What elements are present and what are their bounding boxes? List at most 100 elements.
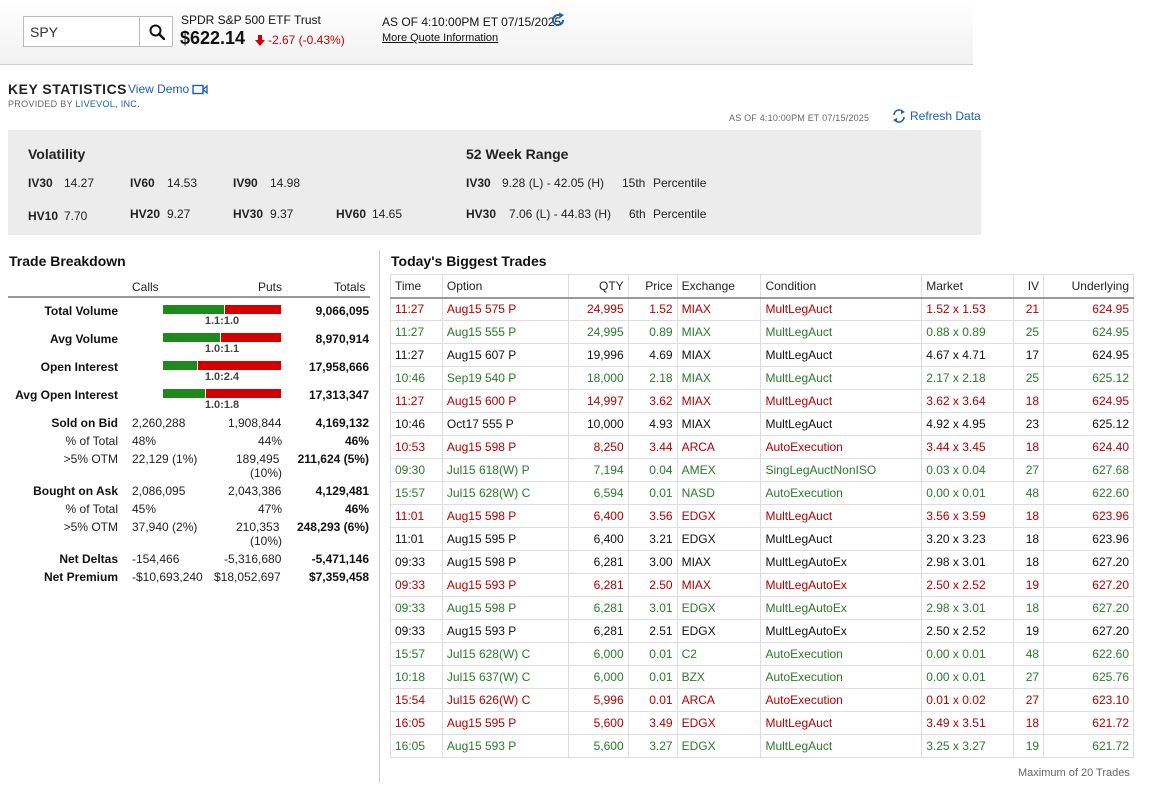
sold-otm-puts-pct: (10%) [250, 466, 283, 480]
symbol-input[interactable] [24, 17, 140, 46]
refresh-quote-button[interactable] [550, 12, 566, 31]
cell-exchange: EDGX [676, 527, 762, 551]
table-row: 15:54 Jul15 626(W) C 5,996 0.01 ARCA AutoExec… [390, 688, 1134, 712]
iv90-label: IV90 [233, 176, 258, 190]
cell-iv: 18 [1013, 435, 1045, 459]
cell-price: 0.01 [627, 481, 678, 505]
cell-qty: 6,594 [567, 481, 629, 505]
cell-market: 2.98 x 3.01 [921, 596, 1015, 620]
cell-underlying: 624.95 [1043, 297, 1134, 321]
cell-underlying: 625.12 [1043, 412, 1134, 436]
net-deltas-label: Net Deltas [59, 552, 118, 566]
table-row: 10:46 Oct17 555 P 10,000 4.93 MIAX MultLegAuc… [390, 412, 1134, 436]
cell-qty: 19,996 [567, 343, 629, 367]
cell-underlying: 623.10 [1043, 688, 1134, 712]
cell-time: 11:27 [390, 343, 443, 367]
cell-market: 3.56 x 3.59 [921, 504, 1015, 528]
cell-underlying: 627.68 [1043, 458, 1134, 482]
cell-underlying: 622.60 [1043, 642, 1134, 666]
cell-qty: 18,000 [567, 366, 629, 390]
hv20-value: 9.27 [167, 207, 191, 221]
bought-on-ask-puts: 2,043,386 [228, 484, 282, 498]
bar-row-total: 17,958,666 [308, 360, 369, 374]
cell-price: 0.01 [627, 665, 678, 689]
refresh-arrows-icon [893, 109, 905, 123]
refresh-data-button[interactable]: Refresh Data [892, 109, 981, 123]
iv60-value: 14.53 [167, 176, 198, 190]
provider-credit: PROVIDED BY LIVEVOL, INC. [8, 99, 140, 109]
cell-time: 09:33 [390, 619, 443, 643]
sold-on-bid-calls: 2,260,288 [132, 416, 186, 430]
52-week-range-heading: 52 Week Range [466, 146, 569, 162]
column-header-option[interactable]: Option [441, 274, 569, 299]
cell-price: 1.52 [627, 297, 678, 321]
cell-iv: 27 [1013, 665, 1045, 689]
cell-market: 1.52 x 1.53 [921, 297, 1015, 321]
cell-qty: 5,996 [567, 688, 629, 712]
price-change: -2.67 (-0.43%) [255, 33, 345, 47]
cell-exchange: ARCA [676, 688, 762, 712]
column-header-qty[interactable]: QTY [567, 274, 629, 299]
cell-time: 09:30 [390, 458, 443, 482]
stats-panel: Volatility IV30 14.27 IV60 14.53 IV90 14… [8, 130, 981, 235]
cell-iv: 19 [1013, 573, 1045, 597]
refresh-data-label: Refresh Data [910, 109, 981, 123]
column-header-market[interactable]: Market [921, 274, 1015, 299]
range-iv30-label: IV30 [466, 176, 491, 190]
column-header-underlying[interactable]: Underlying [1043, 274, 1134, 299]
view-demo-link[interactable]: View Demo [128, 82, 208, 96]
cell-iv: 21 [1013, 297, 1045, 321]
cell-time: 11:27 [390, 389, 443, 413]
down-arrow-icon [255, 34, 265, 46]
cell-iv: 48 [1013, 481, 1045, 505]
cell-option: Aug15 595 P [441, 527, 569, 551]
provider-link[interactable]: LIVEVOL, INC. [75, 99, 139, 109]
bought-on-ask-total: 4,129,481 [315, 484, 369, 498]
last-price: $622.14 [180, 28, 246, 48]
percentile-label: Percentile [653, 176, 707, 190]
pct-of-total-label: % of Total [65, 502, 118, 516]
table-row: 10:53 Aug15 598 P 8,250 3.44 ARCA AutoExecuti… [390, 435, 1134, 459]
cell-market: 3.62 x 3.64 [921, 389, 1015, 413]
cell-iv: 19 [1013, 734, 1045, 758]
cell-time: 15:57 [390, 642, 443, 666]
cell-price: 3.27 [627, 734, 678, 758]
bought-otm-calls: 37,940 (2%) [132, 520, 198, 534]
cell-option: Jul15 626(W) C [441, 688, 569, 712]
table-row: 15:57 Jul15 628(W) C 6,594 0.01 NASD AutoExec… [390, 481, 1134, 505]
sold-pct-total: 46% [344, 434, 369, 448]
sold-otm-calls: 22,129 (1%) [132, 452, 198, 466]
cell-option: Aug15 593 P [441, 734, 569, 758]
column-header-iv[interactable]: IV [1013, 274, 1045, 299]
table-header-row: Time Option QTY Price Exchange Condition… [390, 274, 1134, 299]
column-header-price[interactable]: Price [627, 274, 678, 299]
cell-option: Aug15 555 P [441, 320, 569, 344]
cell-condition: AutoExecution [760, 688, 923, 712]
cell-condition: MultLegAutoEx [760, 596, 923, 620]
cell-option: Oct17 555 P [441, 412, 569, 436]
cell-price: 0.04 [627, 458, 678, 482]
oi-ratio-bar [163, 389, 281, 398]
volume-ratio-bar [163, 305, 281, 314]
sold-on-bid-puts: 1,908,844 [228, 416, 282, 430]
cell-price: 2.51 [627, 619, 678, 643]
cell-time: 16:05 [390, 734, 443, 758]
cell-condition: MultLegAutoEx [760, 619, 923, 643]
quote-timestamp: AS OF 4:10:00PM ET 07/15/2025 [382, 15, 562, 29]
column-header-condition[interactable]: Condition [760, 274, 923, 299]
bought-otm-total: 248,293 (6%) [296, 520, 369, 534]
cell-market: 3.44 x 3.45 [921, 435, 1015, 459]
cell-underlying: 621.72 [1043, 711, 1134, 735]
column-header-time[interactable]: Time [390, 274, 443, 299]
column-header-exchange[interactable]: Exchange [676, 274, 762, 299]
cell-underlying: 627.20 [1043, 596, 1134, 620]
search-button[interactable] [141, 17, 173, 46]
cell-time: 09:33 [390, 550, 443, 574]
more-quote-info-link[interactable]: More Quote Information [382, 32, 498, 44]
cell-condition: MultLegAuct [760, 734, 923, 758]
range-hv30-label: HV30 [466, 207, 497, 221]
cell-condition: MultLegAuct [760, 711, 923, 735]
hv30-label: HV30 [233, 207, 264, 221]
cell-qty: 14,997 [567, 389, 629, 413]
cell-exchange: MIAX [676, 366, 762, 390]
